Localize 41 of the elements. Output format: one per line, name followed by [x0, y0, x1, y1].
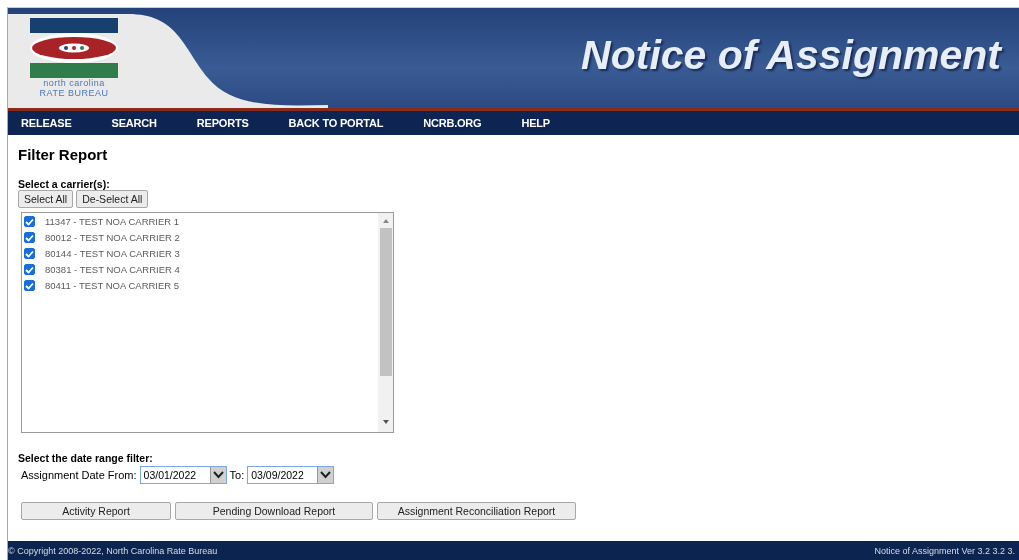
checkbox[interactable]	[24, 232, 35, 243]
logo-text: north carolina	[43, 78, 105, 88]
chevron-down-icon	[320, 471, 332, 479]
scrollbar[interactable]	[378, 213, 393, 432]
version-text: Notice of Assignment Ver 3.2 3.2 3.	[874, 545, 1015, 556]
dropdown-button[interactable]	[317, 466, 335, 484]
copyright-text: © Copyright 2008-2022, North Carolina Rate Bureau	[8, 545, 218, 556]
app-title: Notice of Assignment	[581, 31, 1001, 79]
date-field[interactable]: 03/09/2022	[247, 466, 318, 484]
report-button[interactable]: Activity Report	[21, 502, 171, 520]
date-field[interactable]: 03/01/2022	[139, 466, 210, 484]
scroll-up-icon[interactable]	[381, 217, 390, 225]
report-button[interactable]: Assignment Reconciliation Report	[377, 502, 576, 520]
checkbox[interactable]	[24, 280, 35, 291]
checkbox[interactable]	[24, 216, 35, 227]
nav-link[interactable]: HELP	[521, 117, 550, 129]
nav-link[interactable]: NCRB.ORG	[423, 117, 482, 129]
select-button[interactable]: Select All	[18, 190, 74, 208]
select-button[interactable]: De-Select All	[76, 190, 149, 208]
nav-link[interactable]: REPORTS	[196, 117, 249, 129]
carrier-label: 80411 - TEST NOA CARRIER 5	[45, 280, 180, 291]
scroll-down-icon[interactable]	[381, 418, 390, 426]
checkbox[interactable]	[24, 264, 35, 275]
field-label: Select the date range filter:	[18, 452, 154, 464]
field-label: Select a carrier(s):	[18, 178, 111, 190]
nav-link[interactable]: SEARCH	[111, 117, 157, 129]
chevron-down-icon	[212, 471, 224, 479]
nav-link[interactable]: RELEASE	[21, 117, 72, 129]
carrier-label: 11347 - TEST NOA CARRIER 1	[45, 216, 180, 227]
field-label: Assignment Date From:	[21, 469, 137, 481]
logo-text: RATE BUREAU	[39, 88, 109, 98]
carrier-label: 80144 - TEST NOA CARRIER 3	[45, 248, 180, 259]
carrier-label: 80381 - TEST NOA CARRIER 4	[45, 264, 180, 275]
section-title: Filter Report	[18, 146, 109, 163]
carrier-list[interactable]: 11347 - TEST NOA CARRIER 1 80012 - TEST NOA CARRIER 2 80144 - TEST NOA CARRIER 3 80381 - TEST NOA CARRIER 4 80411 - TEST NOA CARRIER 5	[21, 212, 394, 433]
report-button[interactable]: Pending Download Report	[175, 502, 373, 520]
field-label: To:	[229, 469, 245, 481]
checkbox[interactable]	[24, 248, 35, 259]
nav-link[interactable]: BACK TO PORTAL	[288, 117, 384, 129]
logo-icon	[30, 18, 118, 78]
carrier-label: 80012 - TEST NOA CARRIER 2	[45, 232, 180, 243]
